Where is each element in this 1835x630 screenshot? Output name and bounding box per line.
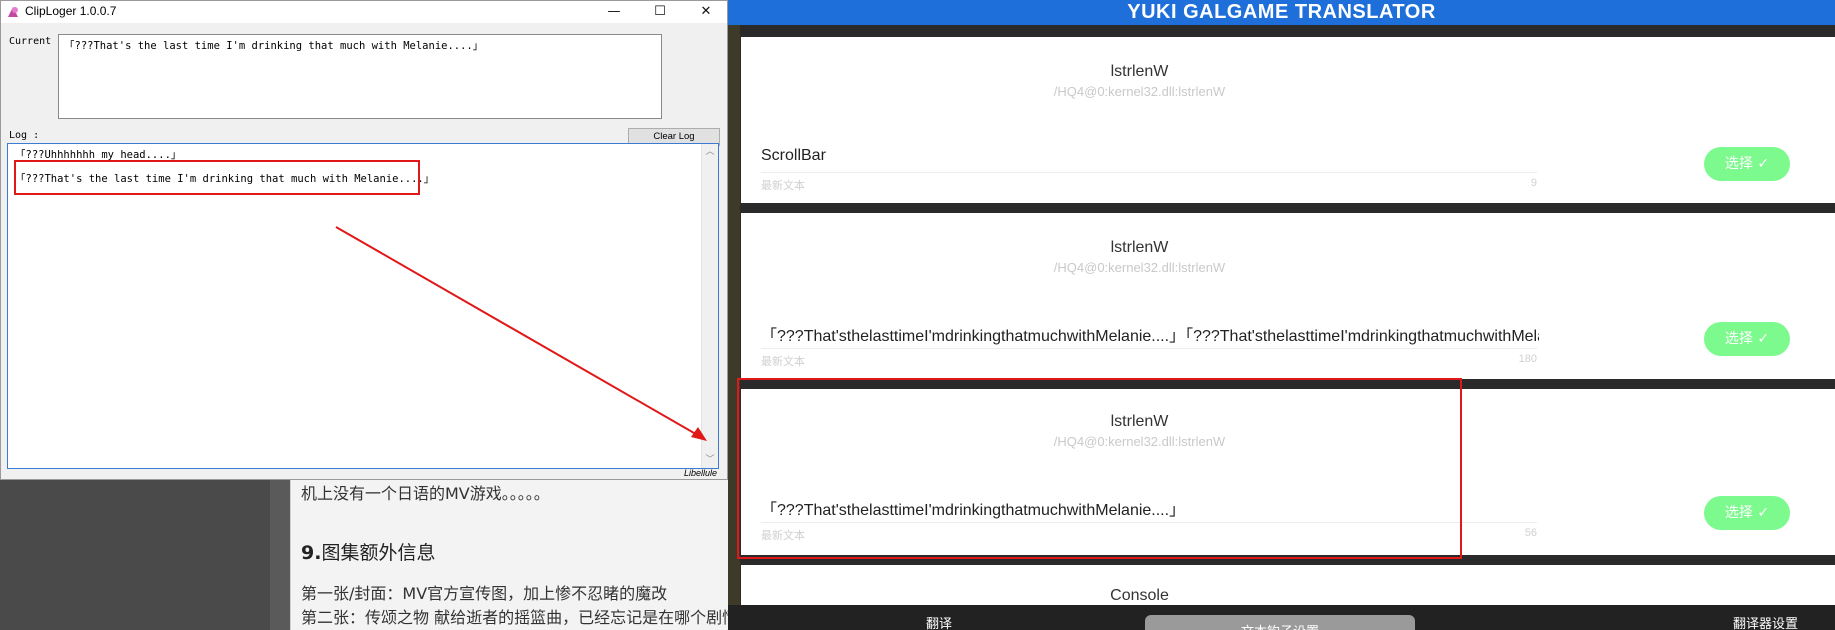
select-button[interactable]: 选择 ✓	[1704, 322, 1790, 356]
text-count: 180	[1518, 353, 1537, 365]
tab-translate[interactable]: 翻译	[926, 613, 952, 630]
article-line: 第一张/封面：MV官方宣传图，加上惨不忍睹的魔改	[301, 584, 668, 603]
current-text: 「???That's the last time I'm drinking th…	[64, 40, 484, 52]
hook-text: 「???That'sthelasttimeI'mdrinkingthatmuch…	[761, 328, 1539, 345]
article-heading-num: 9.	[301, 542, 322, 564]
yuki-translator-window: YUKI GALGAME TRANSLATOR lstrlenW /HQ4@0:…	[728, 0, 1835, 630]
hook-card: Console	[741, 565, 1835, 605]
hook-card: lstrlenW /HQ4@0:kernel32.dll:lstrlenW 「?…	[741, 213, 1835, 379]
hook-function-name: lstrlenW	[1110, 239, 1169, 256]
hook-function-name: Console	[1110, 587, 1169, 604]
article-heading: 9.图集额外信息	[301, 538, 435, 565]
article-heading-text: 图集额外信息	[321, 542, 436, 564]
close-button[interactable]: ✕	[683, 1, 729, 23]
header-bar: YUKI GALGAME TRANSLATOR	[728, 0, 1835, 25]
hook-card: lstrlenW /HQ4@0:kernel32.dll:lstrlenW Sc…	[741, 37, 1835, 203]
scroll-up-icon[interactable]: ︿	[702, 144, 718, 160]
background-scrollbar[interactable]	[270, 470, 290, 630]
app-title: YUKI GALGAME TRANSLATOR	[1127, 1, 1436, 23]
current-textbox[interactable]: 「???That's the last time I'm drinking th…	[58, 34, 662, 119]
app-icon	[8, 7, 18, 17]
article-line: 机上没有一个日语的MV游戏。。。。。	[301, 484, 550, 503]
cliploger-window: ClipLoger 1.0.0.7 — ☐ ✕ Current 「???That…	[0, 0, 728, 480]
tab-translator-settings[interactable]: 翻译器设置	[1733, 613, 1798, 630]
maximize-button[interactable]: ☐	[637, 1, 683, 23]
scroll-down-icon[interactable]: ﹀	[702, 452, 718, 468]
recent-text-label: 最新文本	[761, 355, 805, 368]
log-label: Log :	[9, 130, 40, 141]
hook-function-name: lstrlenW	[1110, 63, 1169, 80]
recent-text-label: 最新文本	[761, 179, 805, 192]
window-title: ClipLoger 1.0.0.7	[25, 4, 117, 18]
divider	[761, 172, 1537, 173]
titlebar: ClipLoger 1.0.0.7 — ☐ ✕	[1, 1, 727, 23]
select-button[interactable]: 选择 ✓	[1704, 147, 1790, 181]
hook-address: /HQ4@0:kernel32.dll:lstrlenW	[1053, 84, 1226, 99]
text-count: 9	[1530, 177, 1537, 189]
status-label: Libellule	[683, 468, 717, 478]
hook-text: ScrollBar	[761, 147, 826, 164]
annotation-highlight-box	[737, 378, 1462, 559]
divider	[761, 348, 1537, 349]
tab-text-hook-settings[interactable]: 文本钩子设置	[1145, 621, 1415, 630]
hook-address: /HQ4@0:kernel32.dll:lstrlenW	[1053, 260, 1226, 275]
minimize-button[interactable]: —	[591, 1, 637, 23]
background-article: 机上没有一个日语的MV游戏。。。。。 9.图集额外信息 第一张/封面：MV官方宣…	[290, 470, 729, 630]
article-line: 第二张：传颂之物 献给逝者的摇篮曲，已经忘记是在哪个剧情	[301, 608, 729, 627]
annotation-highlight-box	[14, 160, 420, 195]
current-label: Current	[9, 36, 52, 47]
log-scrollbar[interactable]: ︿ ﹀	[701, 144, 718, 468]
background-panel	[0, 470, 290, 630]
select-button[interactable]: 选择 ✓	[1704, 496, 1790, 530]
